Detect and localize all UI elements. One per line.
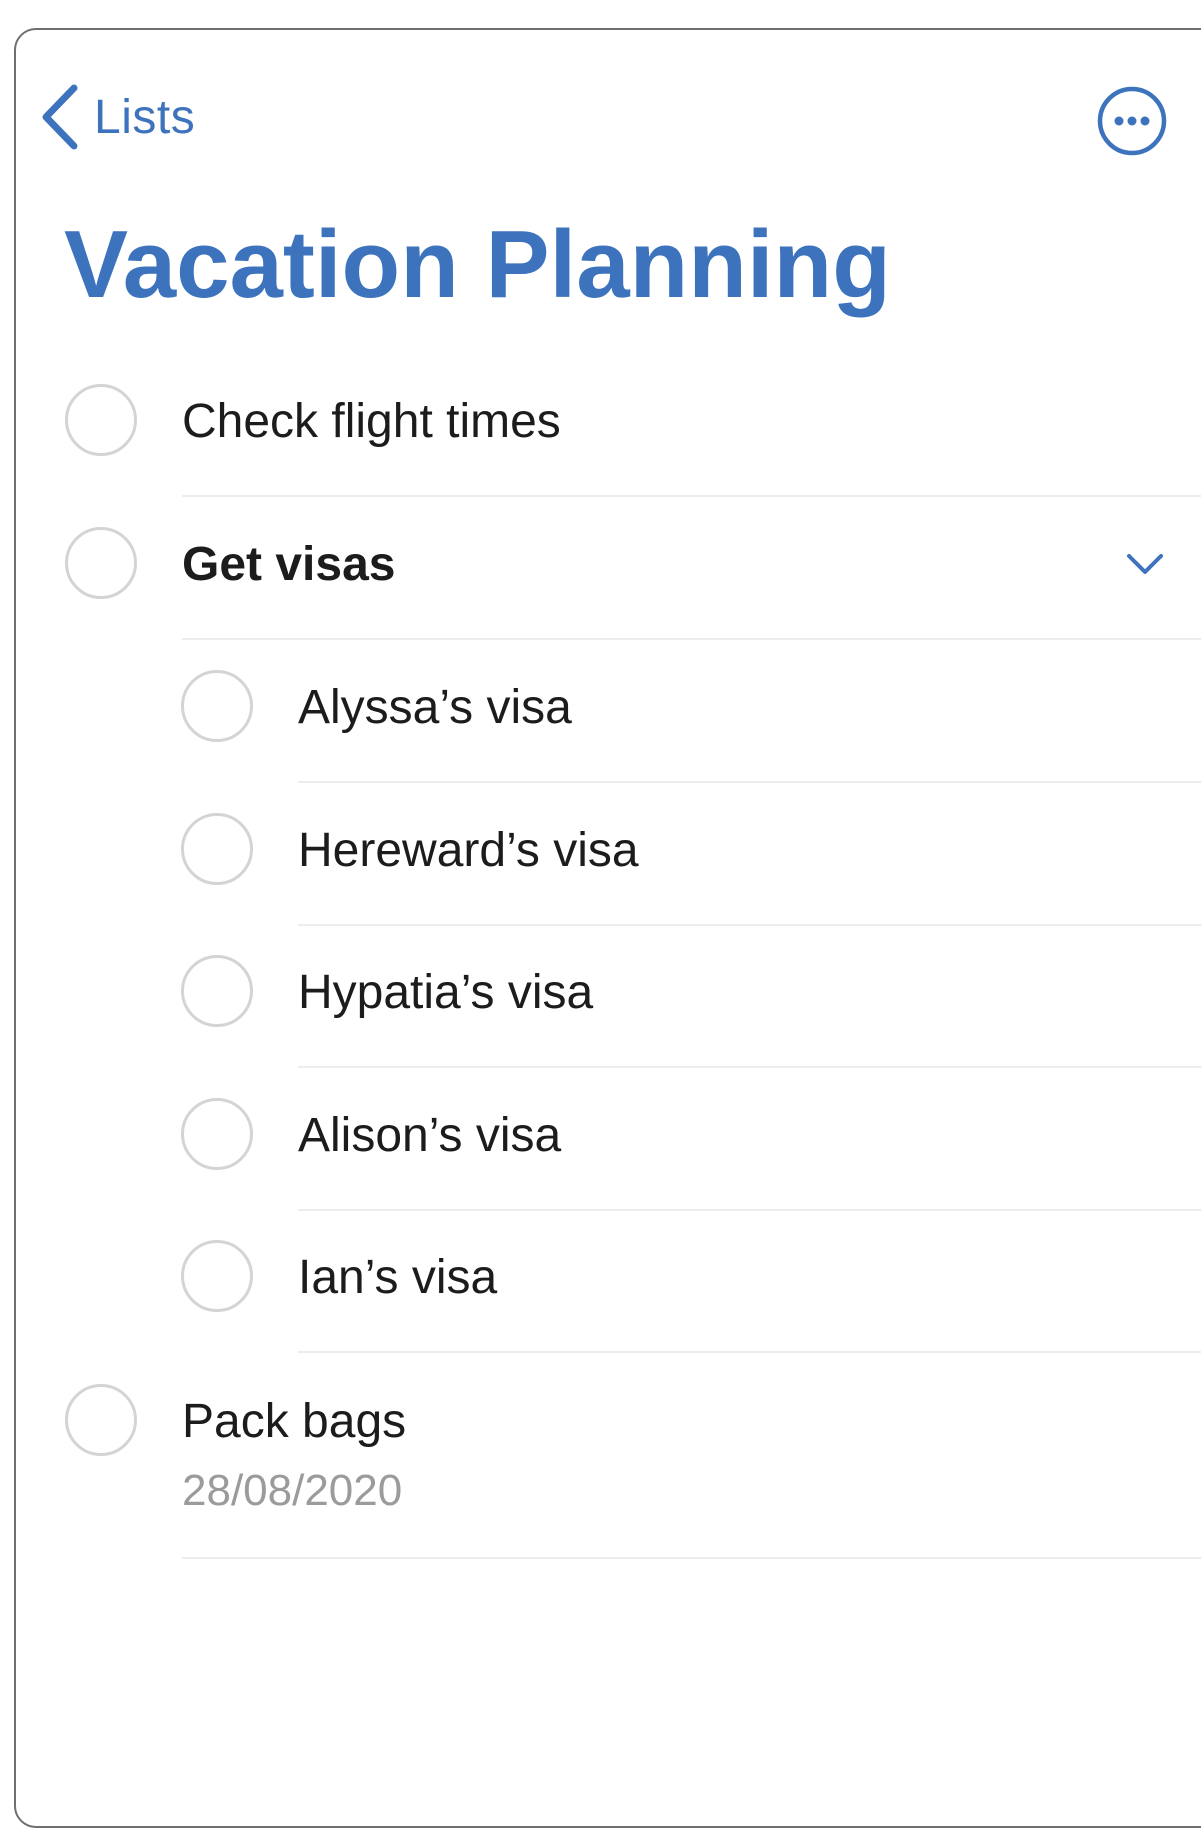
subtask-label: Hereward’s visa — [298, 824, 639, 877]
back-button-label: Lists — [94, 90, 196, 144]
expand-subtasks-button[interactable] — [1125, 551, 1165, 582]
subtask-checkbox[interactable] — [181, 1240, 253, 1312]
subtask-checkbox[interactable] — [181, 670, 253, 742]
subtask-row[interactable]: Hypatia’s visa — [0, 951, 1201, 1069]
ellipsis-circle-icon — [1095, 86, 1169, 162]
more-options-button[interactable] — [1095, 84, 1169, 158]
subtask-checkbox[interactable] — [181, 1098, 253, 1170]
row-divider — [298, 781, 1201, 783]
task-due-date: 28/08/2020 — [182, 1466, 403, 1515]
task-checkbox[interactable] — [65, 1384, 137, 1456]
back-button[interactable]: Lists — [40, 82, 195, 152]
row-divider — [298, 1066, 1201, 1068]
task-label: Pack bags — [182, 1395, 407, 1448]
task-label: Get visas — [182, 538, 396, 591]
row-divider — [182, 495, 1201, 497]
task-checkbox[interactable] — [65, 527, 137, 599]
subtask-row[interactable]: Hereward’s visa — [0, 809, 1201, 927]
task-label: Check flight times — [182, 395, 561, 448]
subtask-label: Hypatia’s visa — [298, 966, 594, 1019]
subtask-row[interactable]: Alison’s visa — [0, 1094, 1201, 1212]
chevron-left-icon — [40, 84, 80, 150]
row-divider — [298, 1351, 1201, 1353]
task-row[interactable]: Check flight times — [0, 380, 1201, 498]
subtask-label: Alyssa’s visa — [298, 681, 572, 734]
subtask-row[interactable]: Alyssa’s visa — [0, 666, 1201, 784]
row-divider — [298, 1209, 1201, 1211]
task-checkbox[interactable] — [65, 384, 137, 456]
chevron-down-icon — [1125, 554, 1165, 581]
row-divider — [298, 924, 1201, 926]
subtask-label: Alison’s visa — [298, 1109, 562, 1162]
page-title: Vacation Planning — [64, 211, 891, 318]
task-row[interactable]: Pack bags 28/08/2020 — [0, 1380, 1201, 1560]
row-divider — [182, 638, 1201, 640]
row-divider — [182, 1557, 1201, 1559]
subtask-checkbox[interactable] — [181, 813, 253, 885]
subtask-row[interactable]: Ian’s visa — [0, 1236, 1201, 1354]
subtask-checkbox[interactable] — [181, 955, 253, 1027]
task-row[interactable]: Get visas — [0, 523, 1201, 641]
subtask-label: Ian’s visa — [298, 1251, 498, 1304]
